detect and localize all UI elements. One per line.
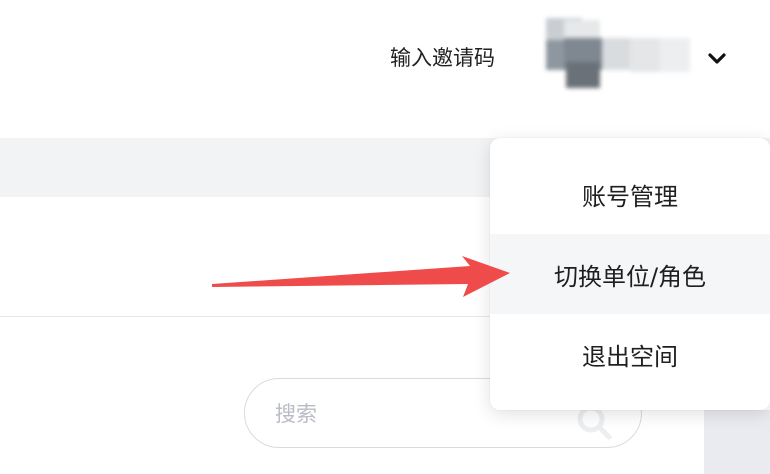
top-header: 输入邀请码 <box>0 0 770 138</box>
account-dropdown-menu: 账号管理 切换单位/角色 退出空间 <box>490 138 770 410</box>
enter-invite-code-link[interactable]: 输入邀请码 <box>390 44 495 72</box>
chevron-down-icon[interactable] <box>704 46 730 72</box>
menu-item-account-management[interactable]: 账号管理 <box>490 154 770 234</box>
menu-item-switch-unit-role[interactable]: 切换单位/角色 <box>490 234 770 314</box>
side-panel-edge <box>704 410 770 474</box>
menu-item-exit-space[interactable]: 退出空间 <box>490 314 770 394</box>
avatar[interactable] <box>546 18 692 88</box>
